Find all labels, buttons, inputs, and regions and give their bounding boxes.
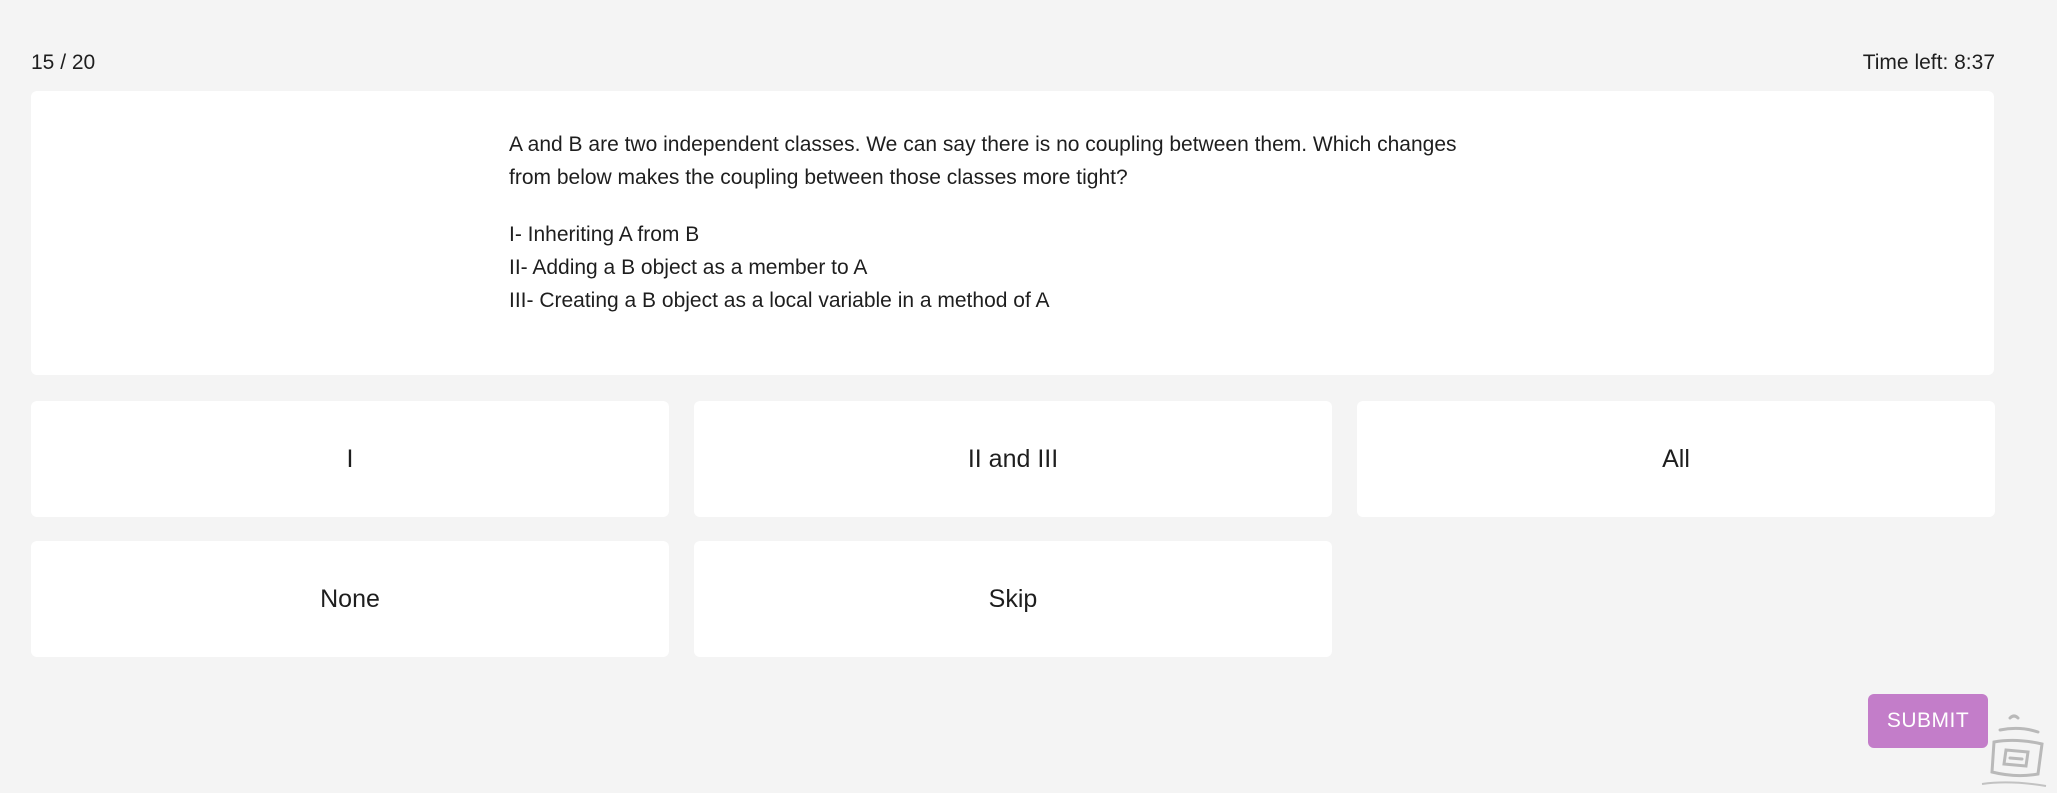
watermark-logo-icon xyxy=(1981,714,2047,787)
question-progress: 15 / 20 xyxy=(31,51,96,74)
option-skip[interactable]: Skip xyxy=(694,541,1332,657)
question-body: A and B are two independent classes. We … xyxy=(509,128,1489,317)
option-none[interactable]: None xyxy=(31,541,669,657)
statement-2: II- Adding a B object as a member to A xyxy=(509,256,868,279)
question-card: A and B are two independent classes. We … xyxy=(31,91,1994,375)
statement-1: I- Inheriting A from B xyxy=(509,223,700,246)
option-all[interactable]: All xyxy=(1357,401,1995,517)
question-text: A and B are two independent classes. We … xyxy=(509,133,1457,189)
option-ii-and-iii[interactable]: II and III xyxy=(694,401,1332,517)
submit-button[interactable]: SUBMIT xyxy=(1868,694,1988,748)
time-left: Time left: 8:37 xyxy=(1862,51,1995,74)
quiz-page: 15 / 20 Time left: 8:37 A and B are two … xyxy=(0,0,2057,793)
statement-3: III- Creating a B object as a local vari… xyxy=(509,289,1050,312)
option-i[interactable]: I xyxy=(31,401,669,517)
answer-options: I II and III All None Skip xyxy=(31,401,1995,657)
top-bar: 15 / 20 Time left: 8:37 xyxy=(31,48,1995,78)
